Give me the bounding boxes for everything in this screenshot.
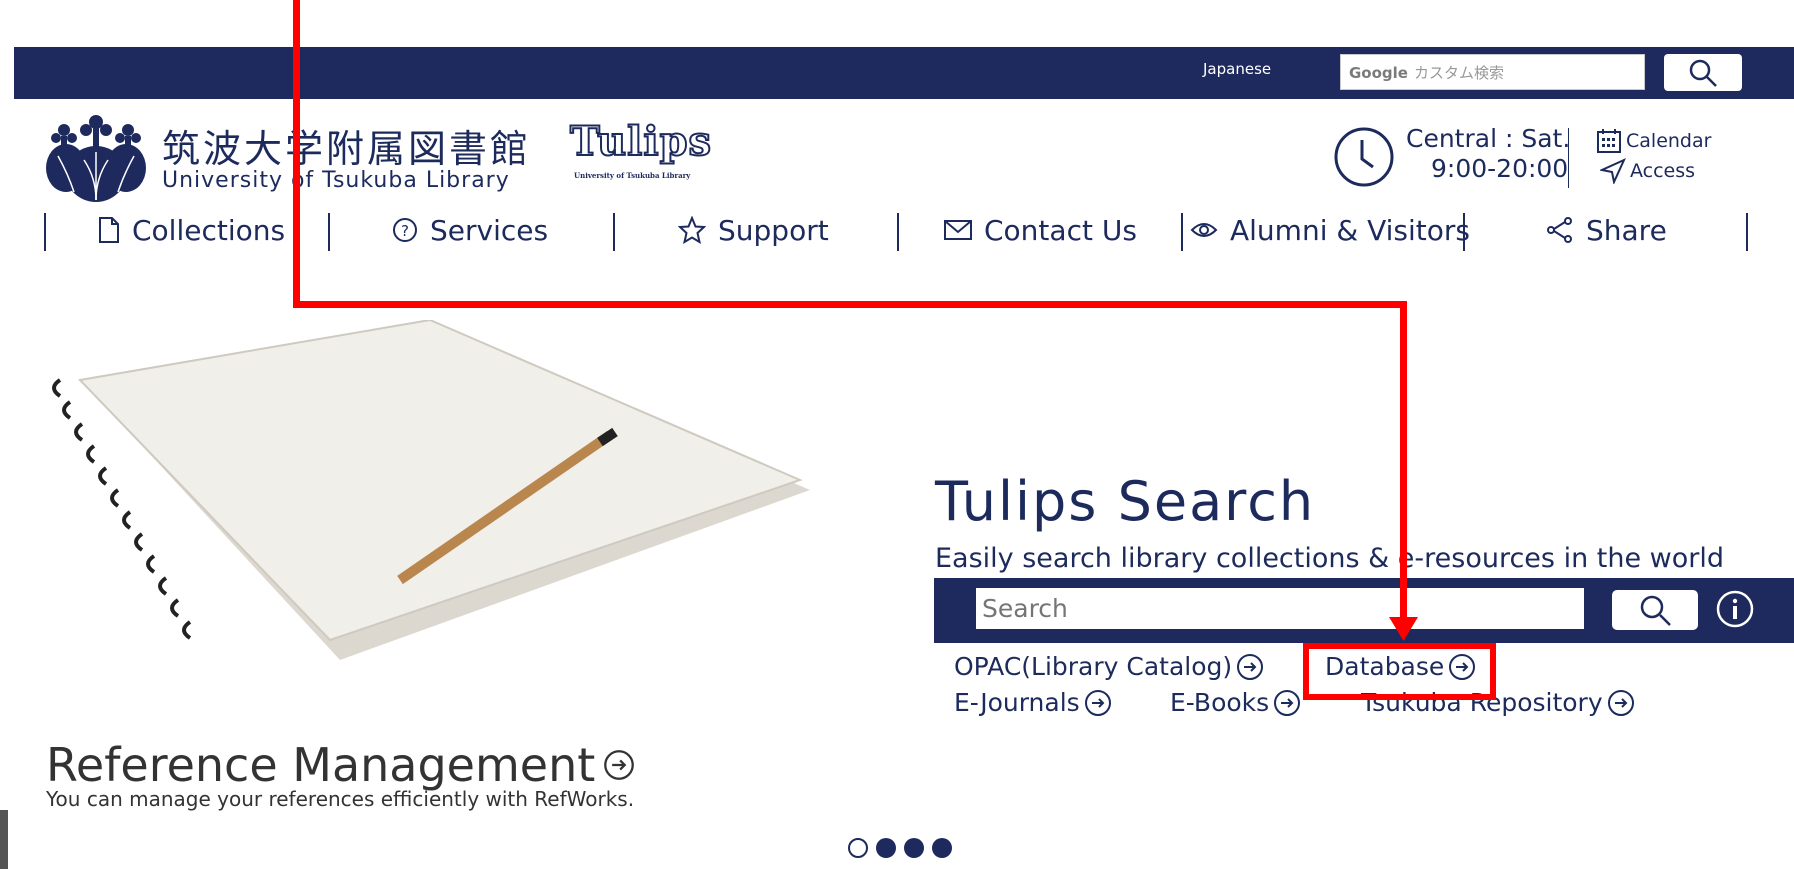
cropped-banner: [0, 0, 1794, 44]
nav-separator: [1181, 213, 1183, 251]
tulips-search-button[interactable]: [1612, 590, 1698, 630]
tulips-logo[interactable]: Tulips: [569, 117, 712, 166]
university-emblem-icon[interactable]: [44, 108, 148, 204]
opening-hours-time: 9:00-20:00: [1431, 154, 1569, 183]
nav-contact-label: Contact Us: [984, 213, 1137, 247]
nav-alumni-label: Alumni & Visitors: [1230, 213, 1471, 247]
opac-label: OPAC(Library Catalog): [954, 652, 1233, 681]
tulips-search-input[interactable]: [976, 588, 1584, 629]
divider: [1568, 128, 1569, 188]
nav-separator: [613, 213, 615, 251]
document-icon: [99, 217, 119, 243]
reference-management-title: Reference Management: [46, 738, 596, 792]
tulips-logo-subtitle: University of Tsukuba Library: [574, 172, 690, 180]
carousel-dot[interactable]: [904, 838, 924, 858]
calendar-link[interactable]: Calendar: [1596, 128, 1711, 154]
ebooks-link[interactable]: E-Books: [1170, 688, 1301, 717]
edge-shadow: [0, 810, 8, 869]
reference-management-link[interactable]: Reference Management: [46, 738, 635, 792]
google-search-input[interactable]: Google カスタム検索: [1340, 54, 1645, 90]
ejournals-label: E-Journals: [954, 688, 1080, 717]
calendar-icon: [1597, 129, 1621, 153]
tulips-search-subtitle: Easily search library collections & e-re…: [935, 543, 1724, 574]
nav-services[interactable]: ? Services: [392, 210, 548, 250]
location-arrow-icon: [1600, 158, 1626, 184]
opac-link[interactable]: OPAC(Library Catalog): [954, 652, 1264, 681]
nav-alumni[interactable]: Alumni & Visitors: [1190, 210, 1470, 250]
annotation-arrow-vertical-left: [293, 0, 300, 308]
carousel-dot[interactable]: [932, 838, 952, 858]
reference-management-subtitle: You can manage your references efficient…: [46, 787, 635, 811]
search-icon: [1689, 59, 1717, 87]
mail-icon: [944, 220, 972, 240]
nav-separator: [328, 213, 330, 251]
eye-icon: [1190, 223, 1218, 237]
nav-share[interactable]: Share: [1546, 210, 1667, 250]
nav-support-label: Support: [718, 213, 829, 247]
annotation-arrow-horizontal: [293, 301, 1407, 308]
nav-collections-label: Collections: [132, 213, 286, 247]
ejournals-link[interactable]: E-Journals: [954, 688, 1112, 717]
info-icon[interactable]: [1715, 589, 1755, 629]
nav-contact[interactable]: Contact Us: [944, 210, 1137, 250]
carousel-indicators: [848, 838, 952, 858]
clock-icon: [1334, 127, 1394, 187]
help-icon: ?: [393, 218, 417, 242]
nav-separator: [897, 213, 899, 251]
annotation-highlight-box: [1303, 643, 1496, 700]
calendar-label: Calendar: [1626, 130, 1712, 152]
google-search-placeholder: カスタム検索: [1413, 64, 1504, 82]
nav-support[interactable]: Support: [678, 210, 829, 250]
nav-share-label: Share: [1586, 213, 1667, 247]
nav-services-label: Services: [430, 213, 549, 247]
share-icon: [1547, 217, 1572, 243]
arrow-circle-icon: [1274, 689, 1301, 716]
library-name-japanese[interactable]: 筑波大学附属図書館: [162, 118, 531, 173]
tulips-logo-subtitle-text: University of Tsukuba Library: [574, 171, 691, 180]
search-icon: [1640, 595, 1671, 626]
arrow-circle-icon: [1607, 689, 1634, 716]
google-search-button[interactable]: [1664, 54, 1742, 91]
arrow-circle-icon: [604, 750, 635, 780]
nav-separator: [44, 213, 46, 251]
star-icon: [678, 216, 706, 244]
library-name-english[interactable]: University of Tsukuba Library: [162, 168, 510, 193]
nav-separator: [1746, 213, 1748, 251]
nav-separator: [1463, 213, 1465, 251]
opening-hours-day: Central : Sat.: [1406, 124, 1571, 153]
annotation-arrowhead: [1389, 617, 1418, 641]
notebook-pencil-image: [52, 320, 810, 660]
carousel-dot[interactable]: [848, 838, 868, 858]
carousel-dot[interactable]: [876, 838, 896, 858]
nav-collections[interactable]: Collections: [98, 210, 285, 250]
arrow-circle-icon: [1237, 653, 1264, 680]
access-link[interactable]: Access: [1630, 160, 1695, 182]
language-link[interactable]: Japanese: [1203, 60, 1271, 78]
svg-text:?: ?: [401, 222, 409, 240]
annotation-arrow-vertical-right: [1400, 301, 1407, 619]
arrow-circle-icon: [1084, 689, 1111, 716]
google-logo: Google: [1349, 64, 1408, 82]
tulips-search-title: Tulips Search: [935, 470, 1316, 533]
ebooks-label: E-Books: [1170, 688, 1270, 717]
